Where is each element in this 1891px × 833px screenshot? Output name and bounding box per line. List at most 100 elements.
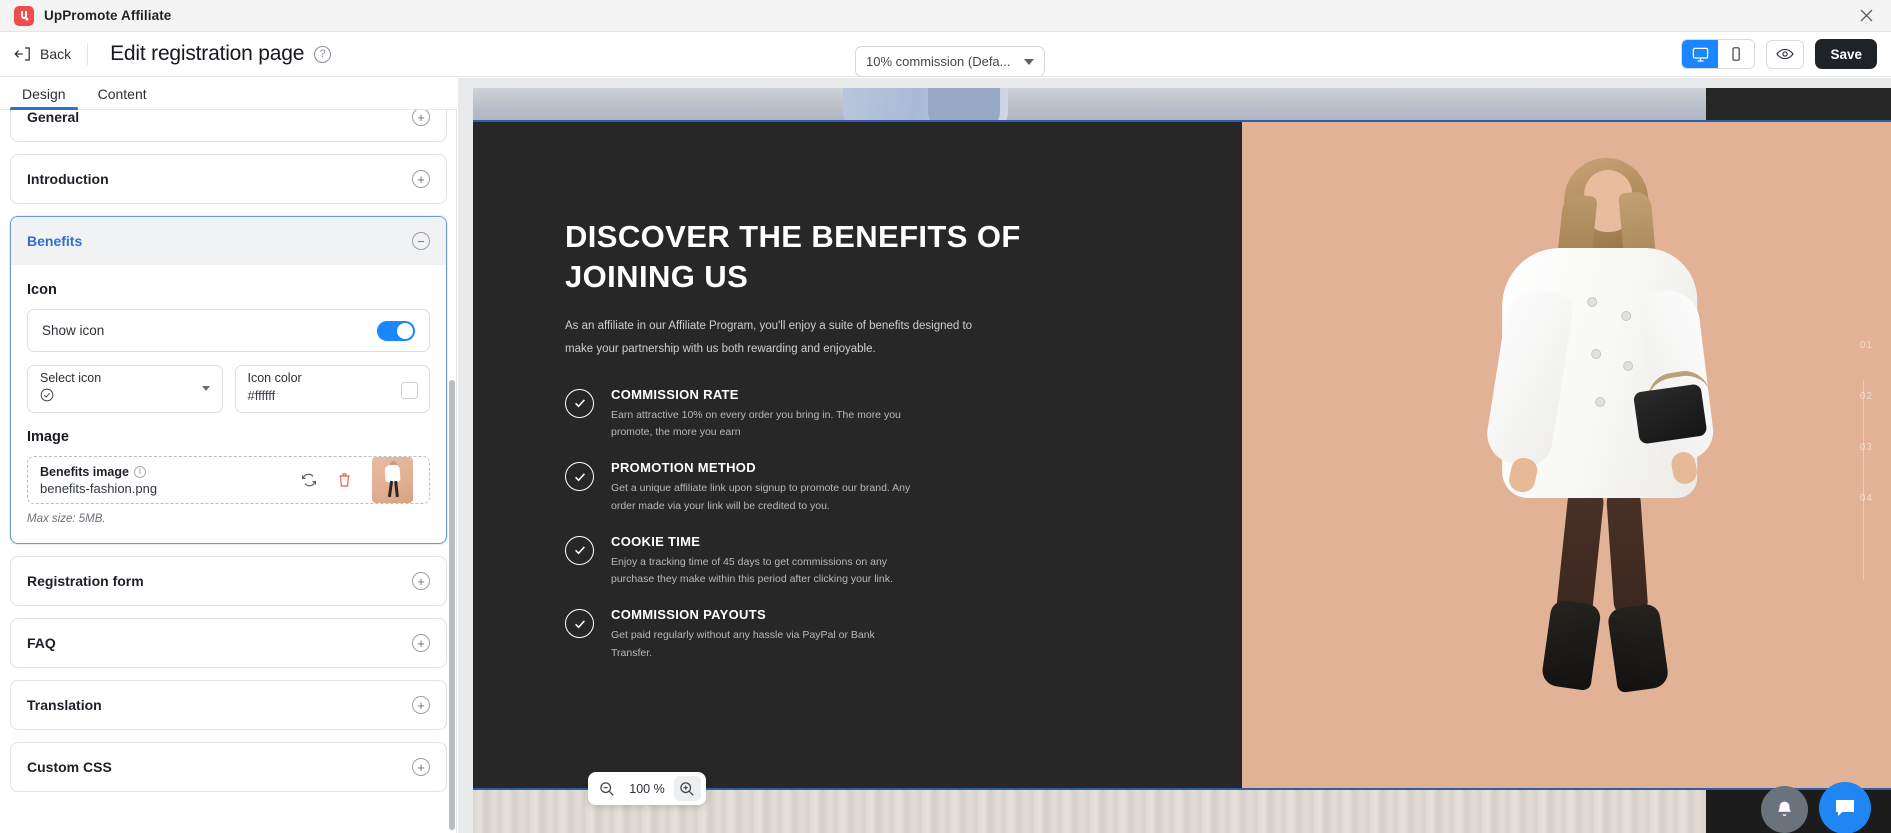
icon-settings-row: Select icon Icon color #ffffff <box>27 365 430 413</box>
plus-circle-icon[interactable]: + <box>412 170 430 188</box>
model-handbag <box>1632 383 1707 445</box>
benefits-image-text: Benefits image i benefits-fashion.png <box>40 465 157 496</box>
color-swatch[interactable] <box>401 382 418 399</box>
panel-custom-css-header[interactable]: Custom CSS + <box>11 743 446 791</box>
zoom-value: 100 % <box>629 781 665 796</box>
model-boot-right <box>1606 602 1670 694</box>
chat-icon[interactable] <box>1819 782 1871 833</box>
benefit-title: COMMISSION PAYOUTS <box>611 607 766 623</box>
max-size-note: Max size: 5MB. <box>27 513 106 525</box>
benefits-section-preview[interactable]: DISCOVER THE BENEFITS OF JOINING US As a… <box>473 122 1891 788</box>
check-circle-icon <box>565 388 594 418</box>
panel-custom-css[interactable]: Custom CSS + <box>10 742 447 792</box>
benefit-description: Earn attractive 10% on every order you b… <box>611 408 901 438</box>
thumb-figure-body <box>384 464 401 483</box>
benefit-description: Get paid regularly without any hassle vi… <box>611 629 875 659</box>
slide-number[interactable]: 04 <box>1860 493 1873 504</box>
benefits-image-label-row: Benefits image i <box>40 465 157 479</box>
slide-number[interactable]: 02 <box>1860 391 1873 402</box>
zoom-control: 100 % <box>588 772 706 805</box>
coat-button <box>1587 298 1596 306</box>
chevron-down-icon <box>201 386 210 391</box>
strip-dark-right <box>1706 88 1891 121</box>
header-divider <box>87 43 89 65</box>
coat-button <box>1623 362 1632 370</box>
benefits-image-column: 01 02 03 04 <box>1242 122 1891 788</box>
icon-color-field[interactable]: Icon color #ffffff <box>234 365 430 413</box>
panel-faq[interactable]: FAQ + <box>10 618 447 668</box>
mobile-icon[interactable] <box>1718 40 1755 68</box>
benefit-title: COOKIE TIME <box>611 533 701 549</box>
show-icon-row: Show icon <box>27 309 430 352</box>
zoom-out-icon[interactable] <box>593 776 620 801</box>
uppromote-logo-icon <box>14 5 34 26</box>
select-icon-label: Select icon <box>40 371 102 385</box>
panel-general[interactable]: General + <box>10 110 447 142</box>
info-icon[interactable]: i <box>133 465 146 478</box>
benefit-text: COMMISSION PAYOUTS Get paid regularly wi… <box>611 607 911 662</box>
panel-faq-header[interactable]: FAQ + <box>11 619 446 667</box>
tab-content[interactable]: Content <box>86 86 159 109</box>
panel-translation-title: Translation <box>27 697 102 713</box>
panel-translation-header[interactable]: Translation + <box>11 681 446 729</box>
model-boot-left <box>1539 598 1602 692</box>
panel-benefits-header[interactable]: Benefits − <box>11 217 446 265</box>
benefits-image-label: Benefits image <box>40 464 129 479</box>
plus-circle-icon[interactable]: + <box>412 572 430 590</box>
check-circle-icon <box>565 535 594 565</box>
benefit-item: COMMISSION RATE Earn attractive 10% on e… <box>565 387 1242 442</box>
panel-faq-title: FAQ <box>27 635 56 651</box>
panel-general-header[interactable]: General + <box>11 110 446 141</box>
benefits-content-column: DISCOVER THE BENEFITS OF JOINING US As a… <box>473 122 1242 788</box>
close-icon[interactable] <box>1855 5 1877 27</box>
sidebar-scrollbar[interactable] <box>449 380 455 830</box>
benefits-image-upload[interactable]: Benefits image i benefits-fashion.png <box>27 456 430 504</box>
coat-button <box>1591 350 1600 358</box>
panel-translation[interactable]: Translation + <box>10 680 447 730</box>
trash-icon[interactable] <box>337 472 352 488</box>
plus-circle-icon[interactable]: + <box>412 634 430 652</box>
model-leg-left <box>1555 486 1605 620</box>
icon-color-label: Icon color <box>247 371 302 385</box>
show-icon-toggle[interactable] <box>377 320 415 341</box>
tab-design[interactable]: Design <box>10 86 78 110</box>
benefit-item: COMMISSION PAYOUTS Get paid regularly wi… <box>565 607 1242 662</box>
slide-number[interactable]: 01 <box>1860 340 1873 351</box>
benefit-text: COOKIE TIME Enjoy a tracking time of 45 … <box>611 534 911 589</box>
preview-previous-section-strip <box>473 88 1891 121</box>
plus-circle-icon[interactable]: + <box>412 696 430 714</box>
plus-circle-icon[interactable]: + <box>412 758 430 776</box>
zoom-in-icon[interactable] <box>673 776 701 801</box>
select-icon-dropdown[interactable]: Select icon <box>27 365 223 413</box>
desktop-icon[interactable] <box>1682 40 1719 68</box>
panel-registration-form[interactable]: Registration form + <box>10 556 447 606</box>
plus-circle-icon[interactable]: + <box>412 110 430 126</box>
back-button[interactable]: Back <box>14 46 87 62</box>
eye-icon[interactable] <box>1766 39 1805 69</box>
back-label: Back <box>40 46 72 62</box>
check-circle-icon <box>565 609 594 639</box>
coat-button <box>1621 312 1630 320</box>
panel-benefits[interactable]: Benefits − Icon Show icon Select icon Ic… <box>10 216 447 544</box>
commission-select[interactable]: 10% commission (Defa... <box>855 46 1045 77</box>
panel-benefits-title: Benefits <box>27 233 83 249</box>
minus-circle-icon[interactable]: − <box>412 232 430 250</box>
benefits-image-thumbnail[interactable] <box>372 457 413 503</box>
chevron-down-icon <box>1024 58 1034 65</box>
benefit-description: Get a unique affiliate link upon signup … <box>611 482 911 512</box>
panel-benefits-body: Icon Show icon Select icon Icon color #f… <box>11 265 446 543</box>
hero-title: DISCOVER THE BENEFITS OF JOINING US <box>565 219 1021 295</box>
app-root: UpPromote Affiliate Back Edit registrati… <box>0 0 1891 833</box>
replace-icon[interactable] <box>301 472 317 488</box>
slide-number[interactable]: 03 <box>1860 442 1873 453</box>
benefit-title: PROMOTION METHOD <box>611 460 756 476</box>
panel-introduction[interactable]: Introduction + <box>10 154 447 204</box>
panel-introduction-header[interactable]: Introduction + <box>11 155 446 203</box>
save-button[interactable]: Save <box>1815 39 1877 69</box>
panel-registration-form-header[interactable]: Registration form + <box>11 557 446 605</box>
benefit-description: Enjoy a tracking time of 45 days to get … <box>611 555 893 586</box>
panel-custom-css-title: Custom CSS <box>27 759 112 775</box>
help-circle-icon[interactable]: ? <box>314 45 332 63</box>
coat-button <box>1595 398 1604 406</box>
bell-icon[interactable] <box>1761 786 1808 833</box>
